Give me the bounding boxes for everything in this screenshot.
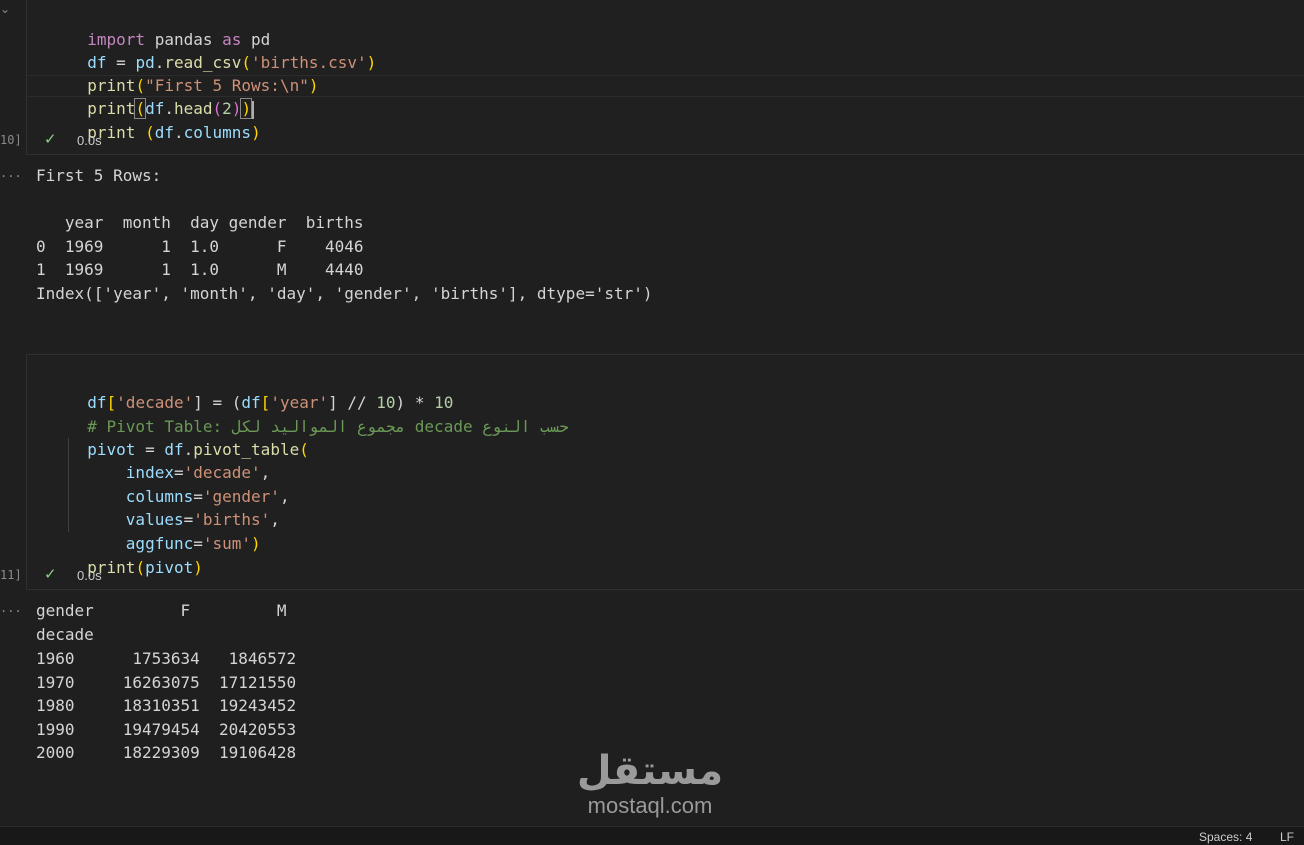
code-line[interactable]: df = pd.read_csv('births.csv') <box>68 28 376 72</box>
code-line[interactable]: import pandas as pd <box>68 5 270 49</box>
check-icon: ✓ <box>44 565 57 583</box>
indentation-status[interactable]: Spaces: 4 <box>1199 830 1252 844</box>
output-line: 1970 16263075 17121550 <box>36 673 297 692</box>
output-line: 1960 1753634 1846572 <box>36 649 297 668</box>
code-line[interactable]: values='births', <box>68 485 280 529</box>
code-line[interactable]: pivot = df.pivot_table( <box>68 415 309 459</box>
output-line: First 5 Rows: <box>36 166 162 185</box>
code-line[interactable]: aggfunc='sum') <box>68 509 261 553</box>
output-line: gender F M <box>36 601 287 620</box>
watermark-logo: مستقل mostaql.com <box>560 748 740 818</box>
output-line: 2000 18229309 19106428 <box>36 743 297 762</box>
code-line[interactable]: print(pivot) <box>68 533 203 577</box>
output-line: 1 1969 1 1.0 M 4440 <box>36 260 364 279</box>
code-line[interactable]: index='decade', <box>68 438 271 482</box>
execution-time: 0.0s <box>77 568 102 583</box>
status-bar: Spaces: 4 LF <box>0 826 1304 845</box>
output-menu-icon[interactable]: ... <box>0 601 22 615</box>
output-line: Index(['year', 'month', 'day', 'gender',… <box>36 284 653 303</box>
chevron-down-icon[interactable]: ⌄ <box>0 2 10 16</box>
code-line[interactable]: print("First 5 Rows:\n") <box>68 51 318 95</box>
output-line: 1990 19479454 20420553 <box>36 720 297 739</box>
code-line-comment[interactable]: # Pivot Table: مجموع المواليد لكل decade… <box>68 392 569 436</box>
output-line: 0 1969 1 1.0 F 4046 <box>36 237 364 256</box>
code-line[interactable]: columns='gender', <box>68 462 290 506</box>
check-icon: ✓ <box>44 130 57 148</box>
code-line[interactable]: print (df.columns) <box>68 98 260 142</box>
output-menu-icon[interactable]: ... <box>0 166 22 180</box>
code-line-active[interactable]: print(df.head(2)) <box>68 74 255 119</box>
watermark-latin: mostaql.com <box>587 793 713 818</box>
execution-count: 10] <box>0 133 22 147</box>
watermark-arabic: مستقل <box>576 748 724 794</box>
output-line: 1980 18310351 19243452 <box>36 696 297 715</box>
output-line: decade <box>36 625 94 644</box>
execution-time: 0.0s <box>77 133 102 148</box>
output-line: year month day gender births <box>36 213 364 232</box>
code-line[interactable]: df['decade'] = (df['year'] // 10) * 10 <box>68 368 453 412</box>
eol-status[interactable]: LF <box>1280 830 1294 844</box>
execution-count: 11] <box>0 568 22 582</box>
